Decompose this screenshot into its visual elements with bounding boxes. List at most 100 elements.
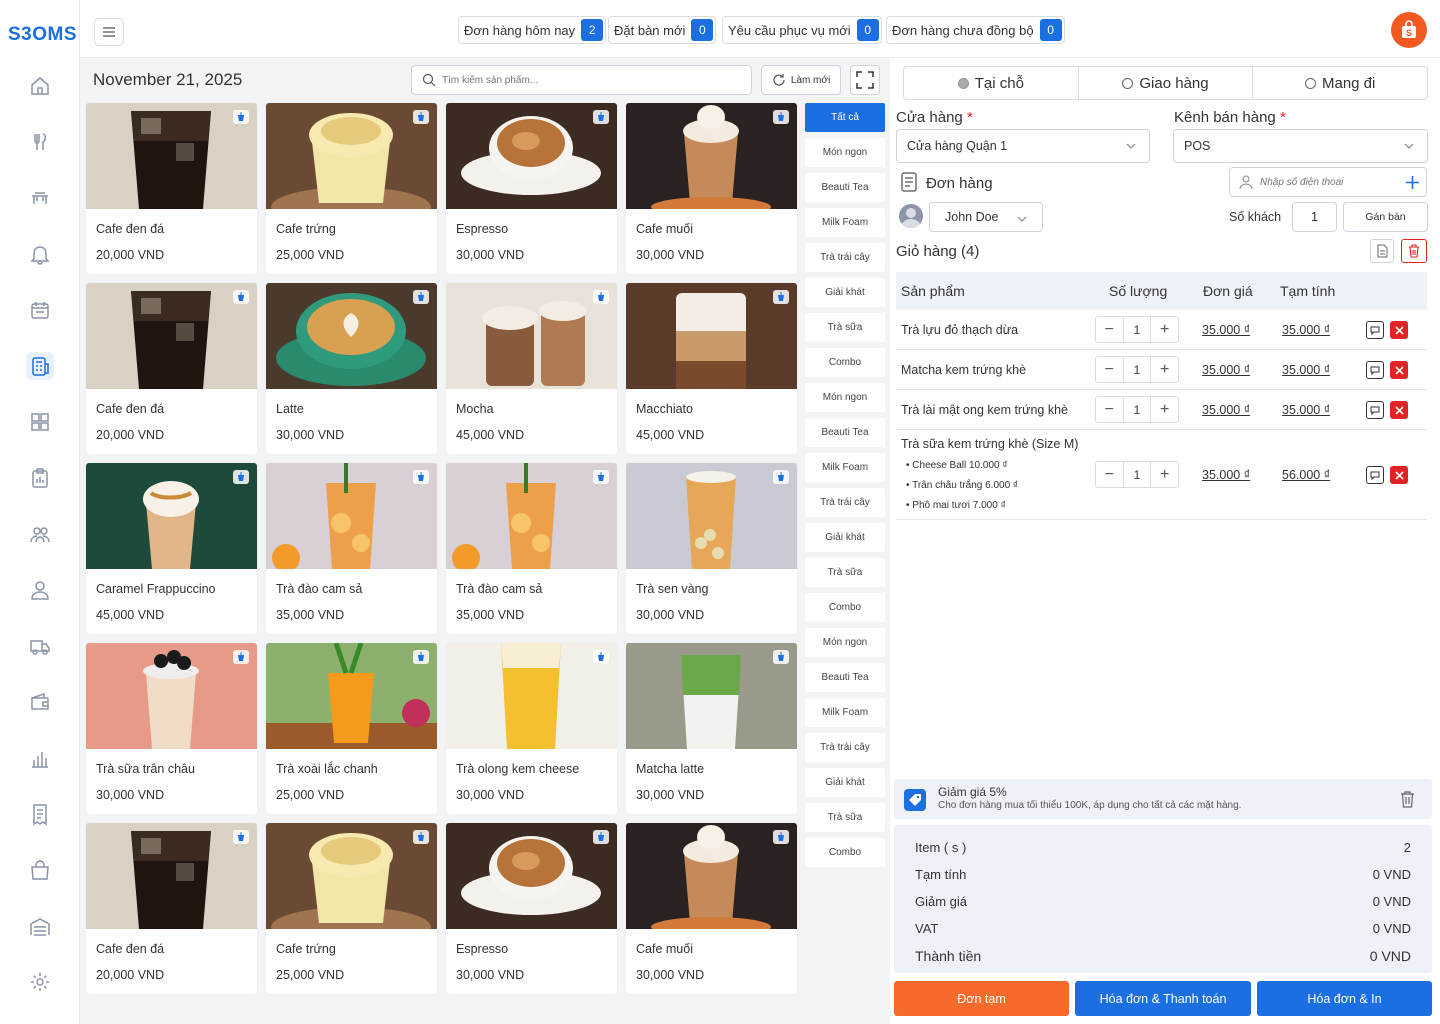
product-card[interactable]: Espresso 30,000 VND xyxy=(446,823,617,994)
product-card[interactable]: Latte 30,000 VND xyxy=(266,283,437,454)
store-select[interactable]: Cửa hàng Quận 1 xyxy=(896,129,1150,163)
category-tab[interactable]: Beauti Tea xyxy=(805,418,885,447)
category-tab[interactable]: Beauti Tea xyxy=(805,663,885,692)
product-card[interactable]: Cafe trứng 25,000 VND xyxy=(266,823,437,994)
sidebar-item-clipboard[interactable] xyxy=(26,464,54,492)
quantity-value[interactable]: 1 xyxy=(1122,357,1152,382)
category-tab[interactable]: Milk Foam xyxy=(805,453,885,482)
product-card[interactable]: Cafe đen đá 20,000 VND xyxy=(86,283,257,454)
quantity-stepper[interactable]: −1 + xyxy=(1095,316,1179,343)
chip-service-requests[interactable]: Yêu cầu phục vụ mới 0 xyxy=(722,16,882,44)
decrease-button[interactable]: − xyxy=(1096,397,1123,422)
tab-takeaway[interactable]: Mang đi xyxy=(1253,67,1427,99)
sidebar-item-warehouse[interactable] xyxy=(26,912,54,940)
category-tab[interactable]: Beauti Tea xyxy=(805,173,885,202)
category-tab[interactable]: Món ngon xyxy=(805,383,885,412)
product-card[interactable]: Trà sữa trân châu 30,000 VND xyxy=(86,643,257,814)
category-tab[interactable]: Trà trái cây xyxy=(805,243,885,272)
quantity-value[interactable]: 1 xyxy=(1122,462,1152,487)
product-card[interactable]: Cafe muối 30,000 VND xyxy=(626,823,797,994)
product-card[interactable]: Mocha 45,000 VND xyxy=(446,283,617,454)
decrease-button[interactable]: − xyxy=(1096,317,1123,342)
category-tab[interactable]: Giải khát xyxy=(805,768,885,797)
category-tab[interactable]: Giải khát xyxy=(805,278,885,307)
sidebar-item-group[interactable] xyxy=(26,520,54,548)
increase-button[interactable]: + xyxy=(1151,397,1178,422)
product-card[interactable]: Cafe trứng 25,000 VND xyxy=(266,103,437,274)
sidebar-item-bag[interactable] xyxy=(26,856,54,884)
category-tab[interactable]: Tất cả xyxy=(805,103,885,132)
draft-order-button[interactable]: Đơn tạm xyxy=(894,981,1069,1016)
channel-select[interactable]: POS xyxy=(1173,129,1428,163)
sidebar-item-settings[interactable] xyxy=(26,968,54,996)
phone-field[interactable] xyxy=(1229,167,1427,197)
app-logo[interactable]: S3OMS xyxy=(8,24,77,46)
sidebar-item-table[interactable] xyxy=(26,184,54,212)
category-tab[interactable]: Trà trái cây xyxy=(805,488,885,517)
category-tab[interactable]: Combo xyxy=(805,838,885,867)
sidebar-item-bell[interactable] xyxy=(26,240,54,268)
chip-unsynced-orders[interactable]: Đơn hàng chưa đồng bộ 0 xyxy=(886,16,1065,44)
item-note-button[interactable] xyxy=(1366,466,1384,484)
sidebar-item-chart[interactable] xyxy=(26,744,54,772)
sidebar-item-pos[interactable] xyxy=(26,352,54,380)
category-tab[interactable]: Món ngon xyxy=(805,628,885,657)
sidebar-item-truck[interactable] xyxy=(26,632,54,660)
quantity-value[interactable]: 1 xyxy=(1122,317,1152,342)
product-card[interactable]: Trà đào cam sả 35,000 VND xyxy=(446,463,617,634)
category-tab[interactable]: Giải khát xyxy=(805,523,885,552)
invoice-print-button[interactable]: Hóa đơn & In xyxy=(1257,981,1432,1016)
product-card[interactable]: Cafe muối 30,000 VND xyxy=(626,103,797,274)
category-tab[interactable]: Combo xyxy=(805,593,885,622)
category-tab[interactable]: Milk Foam xyxy=(805,698,885,727)
quantity-stepper[interactable]: −1 + xyxy=(1095,461,1179,488)
product-card[interactable]: Trà olong kem cheese 30,000 VND xyxy=(446,643,617,814)
tab-dine-in[interactable]: Tại chỗ xyxy=(904,67,1079,99)
quantity-stepper[interactable]: −1 + xyxy=(1095,396,1179,423)
add-customer-icon[interactable] xyxy=(1405,175,1420,190)
product-card[interactable]: Trà sen vàng 30,000 VND xyxy=(626,463,797,634)
decrease-button[interactable]: − xyxy=(1096,462,1123,487)
remove-item-button[interactable] xyxy=(1390,361,1408,379)
remove-discount-icon[interactable] xyxy=(1399,790,1416,808)
product-card[interactable]: Trà xoài lắc chanh 25,000 VND xyxy=(266,643,437,814)
item-note-button[interactable] xyxy=(1366,321,1384,339)
assign-table-button[interactable]: Gán bàn xyxy=(1343,202,1428,232)
item-note-button[interactable] xyxy=(1366,401,1384,419)
guests-input[interactable]: 1 xyxy=(1292,202,1337,232)
invoice-pay-button[interactable]: Hóa đơn & Thanh toán xyxy=(1075,981,1251,1016)
menu-toggle-button[interactable] xyxy=(94,18,124,46)
chip-orders-today[interactable]: Đơn hàng hôm nay 2 xyxy=(458,16,607,44)
phone-input[interactable] xyxy=(1260,176,1400,188)
item-note-button[interactable] xyxy=(1366,361,1384,379)
sidebar-item-home[interactable] xyxy=(26,72,54,100)
category-tab[interactable]: Trà trái cây xyxy=(805,733,885,762)
chip-new-reservations[interactable]: Đặt bàn mới 0 xyxy=(608,16,717,44)
remove-item-button[interactable] xyxy=(1390,401,1408,419)
product-card[interactable]: Trà đào cam sả 35,000 VND xyxy=(266,463,437,634)
product-card[interactable]: Caramel Frappuccino 45,000 VND xyxy=(86,463,257,634)
tab-delivery[interactable]: Giao hàng xyxy=(1079,67,1254,99)
sidebar-item-user[interactable] xyxy=(26,576,54,604)
increase-button[interactable]: + xyxy=(1151,357,1178,382)
product-card[interactable]: Matcha latte 30,000 VND xyxy=(626,643,797,814)
product-card[interactable]: Macchiato 45,000 VND xyxy=(626,283,797,454)
quantity-stepper[interactable]: −1 + xyxy=(1095,356,1179,383)
sidebar-item-receipt[interactable] xyxy=(26,800,54,828)
increase-button[interactable]: + xyxy=(1151,317,1178,342)
remove-item-button[interactable] xyxy=(1390,466,1408,484)
product-search[interactable] xyxy=(411,65,752,95)
search-input[interactable] xyxy=(442,74,722,86)
category-tab[interactable]: Milk Foam xyxy=(805,208,885,237)
sidebar-item-grid[interactable] xyxy=(26,408,54,436)
quantity-value[interactable]: 1 xyxy=(1122,397,1152,422)
product-card[interactable]: Cafe đen đá 20,000 VND xyxy=(86,823,257,994)
staff-select[interactable]: John Doe xyxy=(929,202,1043,232)
sidebar-item-wallet[interactable] xyxy=(26,688,54,716)
sidebar-item-calendar[interactable] xyxy=(26,296,54,324)
category-tab[interactable]: Món ngon xyxy=(805,138,885,167)
category-tab[interactable]: Trà sữa xyxy=(805,803,885,832)
clear-cart-button[interactable] xyxy=(1401,239,1427,263)
cart-note-button[interactable] xyxy=(1370,239,1394,263)
category-tab[interactable]: Trà sữa xyxy=(805,558,885,587)
